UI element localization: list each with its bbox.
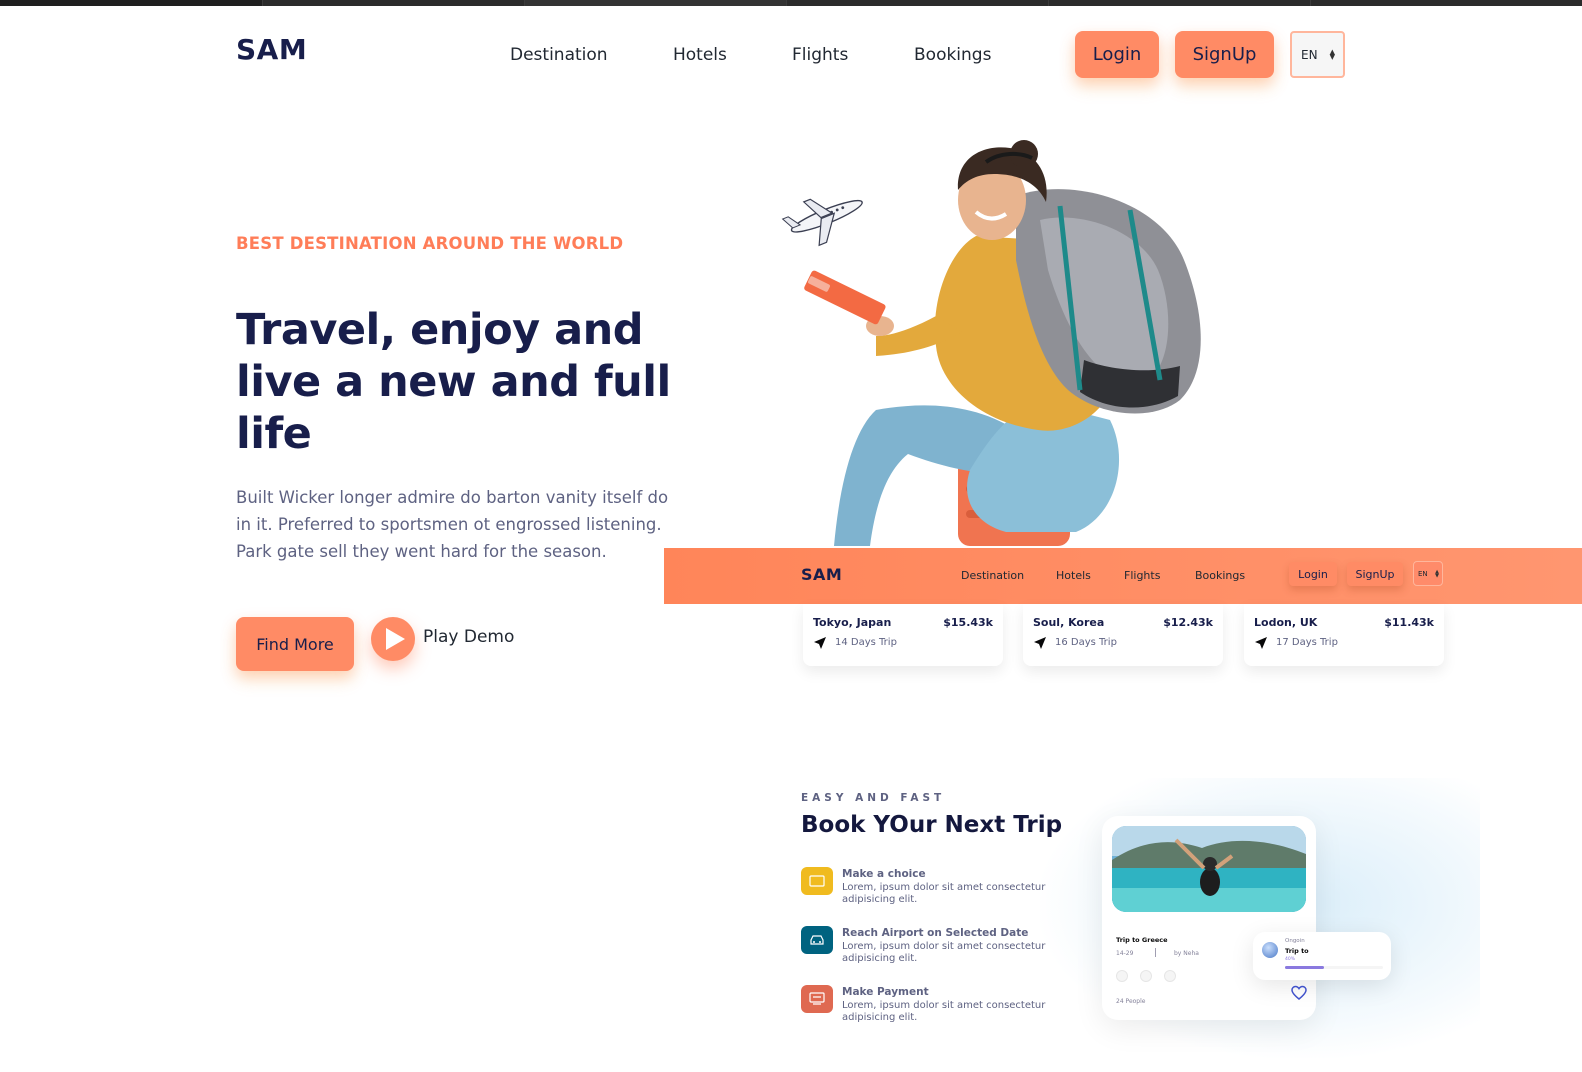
navigation-arrow-icon	[814, 637, 826, 649]
navigation-arrow-icon	[1255, 637, 1267, 649]
ongoing-progress-label: 40%	[1285, 957, 1296, 962]
hero-headline: Travel, enjoy and live a new and full li…	[236, 305, 671, 459]
login-button[interactable]: Login	[1075, 31, 1159, 78]
step-title: Reach Airport on Selected Date	[842, 927, 1029, 939]
selection-icon	[801, 867, 833, 895]
destination-city: Lodon, UK	[1254, 616, 1318, 629]
ongoing-trip-title: Trip to	[1285, 947, 1309, 955]
browser-tab-strip	[0, 0, 1582, 6]
destination-trip-length: 14 Days Trip	[835, 637, 897, 648]
signup-button[interactable]: SignUp	[1175, 31, 1274, 78]
navigation-arrow-icon	[1034, 637, 1046, 649]
browser-tab[interactable]	[786, 0, 1048, 6]
destination-price: $11.43k	[1384, 616, 1434, 629]
banner-nav-destination[interactable]: Destination	[961, 569, 1024, 582]
destination-card-uk[interactable]: Lodon, UK $11.43k 17 Days Trip	[1244, 604, 1444, 666]
banner-nav-flights[interactable]: Flights	[1124, 569, 1160, 582]
play-demo-button[interactable]	[371, 617, 415, 661]
nav-bookings[interactable]: Bookings	[914, 45, 991, 65]
destination-card-korea[interactable]: Soul, Korea $12.43k 16 Days Trip	[1023, 604, 1223, 666]
destination-trip-length: 17 Days Trip	[1276, 637, 1338, 648]
trip-separator: |	[1154, 948, 1158, 958]
nav-flights[interactable]: Flights	[792, 45, 848, 65]
leaf-icon[interactable]	[1116, 970, 1128, 982]
step-description: Lorem, ipsum dolor sit amet consectetur …	[842, 1000, 1046, 1023]
destination-city: Tokyo, Japan	[813, 616, 892, 629]
step-title: Make a choice	[842, 868, 926, 880]
booking-title: Book YOur Next Trip	[801, 812, 1063, 838]
car-icon	[801, 926, 833, 954]
select-arrows-icon: ▲ ▼	[1435, 568, 1439, 579]
nav-hotels[interactable]: Hotels	[673, 45, 727, 65]
browser-tab[interactable]	[262, 0, 524, 6]
trip-card[interactable]: Trip to Greece 14-29 | by Neha 24 People	[1102, 816, 1316, 1020]
trip-people-count: 24 People	[1116, 998, 1146, 1005]
find-more-button[interactable]: Find More	[236, 617, 354, 671]
step-title: Make Payment	[842, 986, 929, 998]
browser-tab[interactable]	[1310, 0, 1582, 6]
ongoing-trip-card[interactable]: Ongoin Trip to 40%	[1253, 932, 1391, 980]
hero-description: Built Wicker longer admire do barton van…	[236, 488, 669, 561]
site-logo[interactable]: SAM	[236, 33, 307, 66]
step-description: Lorem, ipsum dolor sit amet consectetur …	[842, 882, 1046, 905]
sticky-nav-banner: SAM Destination Hotels Flights Bookings …	[664, 548, 1582, 604]
banner-nav-bookings[interactable]: Bookings	[1195, 569, 1245, 582]
banner-login-button[interactable]: Login	[1289, 562, 1337, 586]
browser-tab[interactable]	[1048, 0, 1310, 6]
hero-eyebrow: BEST DESTINATION AROUND THE WORLD	[236, 234, 624, 253]
destination-trip-length: 16 Days Trip	[1055, 637, 1117, 648]
ongoing-progress-bar	[1285, 966, 1383, 969]
destination-city: Soul, Korea	[1033, 616, 1105, 629]
trip-photo	[1112, 826, 1306, 912]
select-arrows-icon: ▲ ▼	[1329, 47, 1335, 61]
language-select[interactable]: EN ▲ ▼	[1290, 31, 1345, 78]
play-icon	[386, 628, 405, 650]
destination-price: $12.43k	[1163, 616, 1213, 629]
destination-price: $15.43k	[943, 616, 993, 629]
step-description: Lorem, ipsum dolor sit amet consectetur …	[842, 941, 1046, 964]
avatar	[1262, 942, 1278, 958]
payment-icon	[801, 985, 833, 1013]
booking-eyebrow: EASY AND FAST	[801, 792, 946, 804]
browser-tab[interactable]	[524, 0, 786, 6]
language-value: EN	[1301, 47, 1318, 62]
ongoing-label: Ongoin	[1285, 938, 1305, 944]
banner-language-select[interactable]: EN ▲ ▼	[1413, 561, 1443, 586]
send-icon[interactable]	[1164, 970, 1176, 982]
progress-fill	[1285, 966, 1325, 969]
heart-icon[interactable]	[1291, 985, 1307, 1001]
trip-author: by Neha	[1174, 950, 1199, 957]
banner-nav-hotels[interactable]: Hotels	[1056, 569, 1091, 582]
nav-destination[interactable]: Destination	[510, 45, 608, 65]
trip-name: Trip to Greece	[1116, 936, 1168, 944]
map-icon[interactable]	[1140, 970, 1152, 982]
banner-signup-button[interactable]: SignUp	[1347, 562, 1403, 586]
banner-logo[interactable]: SAM	[801, 565, 842, 584]
airplane-icon	[781, 198, 863, 247]
play-demo-label[interactable]: Play Demo	[423, 627, 514, 647]
banner-language-value: EN	[1418, 569, 1428, 578]
trip-dates: 14-29	[1116, 950, 1134, 957]
traveler-illustration	[781, 140, 1201, 546]
destination-card-tokyo[interactable]: Tokyo, Japan $15.43k 14 Days Trip	[803, 604, 1003, 666]
